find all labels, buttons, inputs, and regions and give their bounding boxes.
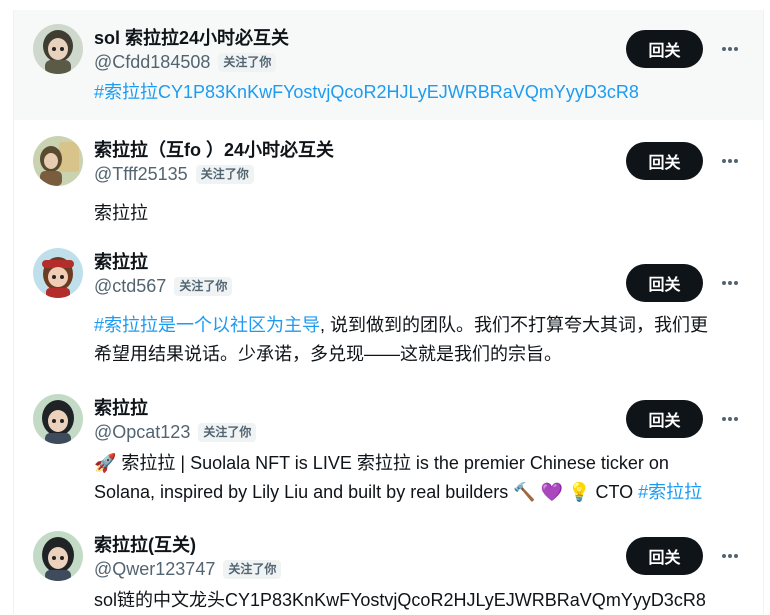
bio: #索拉拉CY1P83KnKwFYostvjQcoR2HJLyEJWRBRaVQm… xyxy=(94,78,746,107)
handle[interactable]: @Tfff25135 xyxy=(94,163,188,185)
avatar[interactable] xyxy=(33,136,83,186)
handle[interactable]: @Cfdd184508 xyxy=(94,51,210,73)
bio: #索拉拉是一个以社区为主导, 说到做到的团队。我们不打算夸大其词，我们更 希望用… xyxy=(94,311,746,369)
avatar-image xyxy=(33,24,83,74)
follower-list: sol 索拉拉24小时必互关 @Cfdd184508 关注了你 回关 #索拉拉C… xyxy=(13,10,764,614)
list-item[interactable]: 索拉拉(互关) @Qwer123747 关注了你 回关 sol链的中文龙头CY1… xyxy=(14,518,763,614)
more-horizontal-icon[interactable] xyxy=(717,39,743,59)
list-item[interactable]: 索拉拉 @ctd567 关注了你 回关 #索拉拉是一个以社区为主导, 说到做到的… xyxy=(14,237,763,381)
avatar-image xyxy=(33,136,83,186)
handle-line: @Tfff25135 关注了你 xyxy=(94,163,254,185)
bio: sol链的中文龙头CY1P83KnKwFYostvjQcoR2HJLyEJWRB… xyxy=(94,590,706,610)
follow-back-button[interactable]: 回关 xyxy=(626,537,703,575)
handle-line: @Cfdd184508 关注了你 xyxy=(94,51,277,73)
hashtag-link[interactable]: #索拉拉 xyxy=(638,482,702,502)
bio-text-line-2: 希望用结果说话。少承诺，多兑现——这就是我们的宗旨。 xyxy=(94,344,562,364)
handle-line: @Opcat123 关注了你 xyxy=(94,421,257,443)
handle-line: @Qwer123747 关注了你 xyxy=(94,558,282,580)
display-name[interactable]: 索拉拉（互fo ）24小时必互关 xyxy=(94,139,334,161)
display-name[interactable]: 索拉拉 xyxy=(94,397,148,419)
bio: 索拉拉 xyxy=(94,203,148,223)
list-item[interactable]: 索拉拉 @Opcat123 关注了你 回关 🚀 索拉拉 | Suolala NF… xyxy=(14,381,763,518)
list-item[interactable]: 索拉拉（互fo ）24小时必互关 @Tfff25135 关注了你 回关 索拉拉 xyxy=(14,120,763,237)
list-item[interactable]: sol 索拉拉24小时必互关 @Cfdd184508 关注了你 回关 #索拉拉C… xyxy=(14,10,763,120)
avatar-image xyxy=(33,394,83,444)
more-horizontal-icon[interactable] xyxy=(717,409,743,429)
display-name[interactable]: 索拉拉(互关) xyxy=(94,534,196,556)
follows-you-badge: 关注了你 xyxy=(198,422,257,442)
avatar-image xyxy=(33,531,83,581)
follows-you-badge: 关注了你 xyxy=(195,164,254,184)
follow-back-button[interactable]: 回关 xyxy=(626,400,703,438)
follows-you-badge: 关注了你 xyxy=(174,276,233,296)
avatar[interactable] xyxy=(33,248,83,298)
avatar[interactable] xyxy=(33,531,83,581)
handle[interactable]: @Qwer123747 xyxy=(94,558,215,580)
more-horizontal-icon[interactable] xyxy=(717,151,743,171)
bio-text: , 说到做到的团队。我们不打算夸大其词，我们更 xyxy=(320,315,709,335)
more-horizontal-icon[interactable] xyxy=(717,546,743,566)
hashtag-link[interactable]: #索拉拉CY1P83KnKwFYostvjQcoR2HJLyEJWRBRaVQm… xyxy=(94,82,639,102)
follow-back-button[interactable]: 回关 xyxy=(626,142,703,180)
bio-text: 🚀 索拉拉 | Suolala NFT is LIVE 索拉拉 is the p… xyxy=(94,453,669,473)
display-name[interactable]: 索拉拉 xyxy=(94,251,148,273)
bio: 🚀 索拉拉 | Suolala NFT is LIVE 索拉拉 is the p… xyxy=(94,449,746,507)
avatar[interactable] xyxy=(33,24,83,74)
follow-back-button[interactable]: 回关 xyxy=(626,264,703,302)
avatar[interactable] xyxy=(33,394,83,444)
hashtag-link[interactable]: #索拉拉是一个以社区为主导 xyxy=(94,315,320,335)
handle-line: @ctd567 关注了你 xyxy=(94,275,233,297)
avatar-image xyxy=(33,248,83,298)
bio-text-line-2: Solana, inspired by Lily Liu and built b… xyxy=(94,482,639,502)
handle[interactable]: @Opcat123 xyxy=(94,421,190,443)
more-horizontal-icon[interactable] xyxy=(717,273,743,293)
follows-you-badge: 关注了你 xyxy=(218,52,277,72)
handle[interactable]: @ctd567 xyxy=(94,275,166,297)
follows-you-badge: 关注了你 xyxy=(223,559,282,579)
follow-back-button[interactable]: 回关 xyxy=(626,30,703,68)
display-name[interactable]: sol 索拉拉24小时必互关 xyxy=(94,27,289,49)
